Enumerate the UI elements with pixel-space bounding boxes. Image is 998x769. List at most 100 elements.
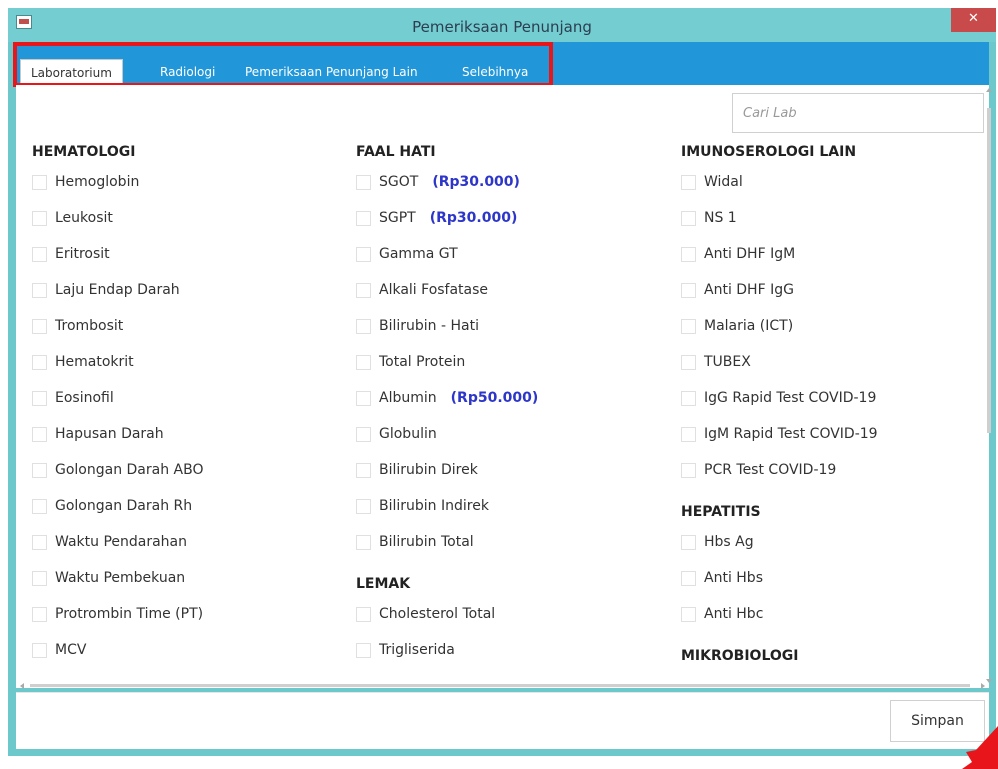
checkbox[interactable] <box>681 390 696 406</box>
scroll-down-icon[interactable] <box>986 679 992 683</box>
lab-test-checkbox-item[interactable]: Golongan Darah Rh <box>32 488 204 524</box>
checkbox[interactable] <box>356 246 371 262</box>
vertical-scroll-thumb[interactable] <box>987 108 991 433</box>
scroll-right-icon[interactable] <box>981 683 985 689</box>
checkbox[interactable] <box>32 318 47 334</box>
checkbox[interactable] <box>32 534 47 550</box>
checkbox[interactable] <box>681 318 696 334</box>
lab-test-label: Hbs Ag <box>704 534 754 550</box>
checkbox[interactable] <box>356 606 371 622</box>
lab-test-checkbox-item[interactable]: Trigliserida <box>356 632 538 668</box>
lab-test-checkbox-item[interactable]: SGPT (Rp30.000) <box>356 200 538 236</box>
checkbox[interactable] <box>356 534 371 550</box>
lab-test-checkbox-item[interactable]: Hapusan Darah <box>32 416 204 452</box>
lab-test-checkbox-item[interactable]: Albumin (Rp50.000) <box>356 380 538 416</box>
lab-test-label: Waktu Pendarahan <box>55 534 188 550</box>
lab-test-label: SGOT <box>379 174 419 190</box>
checkbox[interactable] <box>681 534 696 550</box>
lab-test-checkbox-item[interactable]: Golongan Darah ABO <box>32 452 204 488</box>
lab-test-checkbox-item[interactable]: Hemoglobin <box>32 164 204 200</box>
checkbox[interactable] <box>356 354 371 370</box>
lab-test-checkbox-item[interactable]: Leukosit <box>32 200 204 236</box>
lab-test-checkbox-item[interactable]: Eritrosit <box>32 236 204 272</box>
checkbox[interactable] <box>32 642 47 658</box>
lab-test-checkbox-item[interactable]: Cholesterol Total <box>356 596 538 632</box>
lab-test-checkbox-item[interactable]: TUBEX <box>681 344 878 380</box>
checkbox[interactable] <box>356 174 371 190</box>
close-button[interactable]: ✕ <box>951 8 996 32</box>
horizontal-scrollbar[interactable] <box>20 683 985 689</box>
lab-test-checkbox-item[interactable]: MCV <box>32 632 204 668</box>
lab-test-checkbox-item[interactable]: Protrombin Time (PT) <box>32 596 204 632</box>
lab-test-checkbox-item[interactable]: Alkali Fosfatase <box>356 272 538 308</box>
checkbox[interactable] <box>356 210 371 226</box>
search-input[interactable] <box>733 94 983 132</box>
lab-test-checkbox-item[interactable]: Bilirubin Direk <box>356 452 538 488</box>
checkbox[interactable] <box>356 318 371 334</box>
lab-test-checkbox-item[interactable]: Waktu Pendarahan <box>32 524 204 560</box>
checkbox[interactable] <box>681 570 696 586</box>
checkbox[interactable] <box>356 390 371 406</box>
lab-test-checkbox-item[interactable]: IgM Rapid Test COVID-19 <box>681 416 878 452</box>
checkbox[interactable] <box>681 354 696 370</box>
checkbox[interactable] <box>356 462 371 478</box>
title-bar[interactable]: Pemeriksaan Penunjang ✕ <box>8 8 996 42</box>
checkbox[interactable] <box>356 426 371 442</box>
lab-test-label: Hapusan Darah <box>55 426 164 442</box>
lab-test-label: Golongan Darah Rh <box>55 498 193 514</box>
checkbox[interactable] <box>356 498 371 514</box>
checkbox[interactable] <box>356 642 371 658</box>
scroll-left-icon[interactable] <box>20 683 24 689</box>
checkbox[interactable] <box>32 462 47 478</box>
checkbox[interactable] <box>32 246 47 262</box>
lab-test-checkbox-item[interactable]: Anti DHF IgM <box>681 236 878 272</box>
checkbox[interactable] <box>32 606 47 622</box>
lab-test-label: Widal <box>704 174 743 190</box>
lab-test-checkbox-item[interactable]: Hematokrit <box>32 344 204 380</box>
lab-test-checkbox-item[interactable]: Anti DHF IgG <box>681 272 878 308</box>
scroll-up-icon[interactable] <box>986 88 992 92</box>
lab-test-checkbox-item[interactable]: Laju Endap Darah <box>32 272 204 308</box>
checkbox[interactable] <box>356 282 371 298</box>
lab-test-checkbox-item[interactable]: Eosinofil <box>32 380 204 416</box>
checkbox[interactable] <box>32 498 47 514</box>
lab-test-label: Laju Endap Darah <box>55 282 180 298</box>
lab-test-checkbox-item[interactable]: Gamma GT <box>356 236 538 272</box>
checkbox[interactable] <box>681 246 696 262</box>
lab-test-checkbox-item[interactable]: SGOT (Rp30.000) <box>356 164 538 200</box>
column-1: HEMATOLOGI Hemoglobin Leukosit Eritrosit Laj… <box>32 140 204 668</box>
checkbox[interactable] <box>32 570 47 586</box>
lab-test-checkbox-item[interactable]: Anti Hbc <box>681 596 878 632</box>
lab-test-label: Anti Hbs <box>704 570 763 586</box>
checkbox[interactable] <box>681 174 696 190</box>
lab-test-checkbox-item[interactable]: Hbs Ag <box>681 524 878 560</box>
checkbox[interactable] <box>32 174 47 190</box>
checkbox[interactable] <box>681 426 696 442</box>
lab-test-checkbox-item[interactable]: Waktu Pembekuan <box>32 560 204 596</box>
lab-test-checkbox-item[interactable]: Globulin <box>356 416 538 452</box>
lab-test-checkbox-item[interactable]: Widal <box>681 164 878 200</box>
checkbox[interactable] <box>681 606 696 622</box>
lab-test-checkbox-item[interactable]: Bilirubin Total <box>356 524 538 560</box>
lab-test-checkbox-item[interactable]: PCR Test COVID-19 <box>681 452 878 488</box>
checkbox[interactable] <box>681 210 696 226</box>
lab-test-checkbox-item[interactable]: Total Protein <box>356 344 538 380</box>
checkbox[interactable] <box>32 426 47 442</box>
lab-test-checkbox-item[interactable]: Bilirubin Indirek <box>356 488 538 524</box>
lab-test-checkbox-item[interactable]: Trombosit <box>32 308 204 344</box>
checkbox[interactable] <box>32 354 47 370</box>
search-field[interactable] <box>732 93 984 133</box>
checkbox[interactable] <box>32 282 47 298</box>
checkbox[interactable] <box>32 210 47 226</box>
vertical-scrollbar[interactable] <box>985 88 993 683</box>
checkbox[interactable] <box>681 462 696 478</box>
lab-test-label: Alkali Fosfatase <box>379 282 489 298</box>
lab-test-checkbox-item[interactable]: Bilirubin - Hati <box>356 308 538 344</box>
lab-test-checkbox-item[interactable]: Malaria (ICT) <box>681 308 878 344</box>
lab-test-checkbox-item[interactable]: NS 1 <box>681 200 878 236</box>
checkbox[interactable] <box>32 390 47 406</box>
lab-test-checkbox-item[interactable]: IgG Rapid Test COVID-19 <box>681 380 878 416</box>
lab-test-checkbox-item[interactable]: Anti Hbs <box>681 560 878 596</box>
horizontal-scroll-thumb[interactable] <box>30 684 970 687</box>
checkbox[interactable] <box>681 282 696 298</box>
